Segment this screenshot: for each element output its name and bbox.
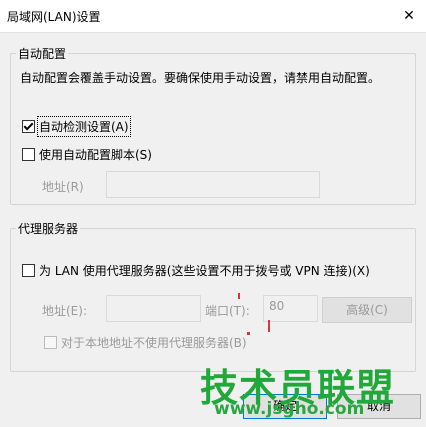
red-mark-bypass	[247, 332, 250, 335]
checkbox-unchecked-icon[interactable]	[22, 264, 35, 277]
use-script-label: 使用自动配置脚本(S)	[39, 148, 152, 162]
use-script-checkbox[interactable]: 使用自动配置脚本(S)	[22, 146, 152, 163]
proxy-address-input[interactable]	[106, 295, 201, 322]
script-address-input[interactable]	[106, 171, 320, 198]
checkbox-unchecked-icon[interactable]	[22, 148, 35, 161]
port-label: 端口(T):	[205, 304, 250, 318]
bypass-local-label: 对于本地地址不使用代理服务器(B)	[61, 336, 247, 350]
title-bar: 局域网(LAN)设置 ✕	[0, 0, 426, 33]
script-address-label: 地址(R)	[42, 180, 84, 194]
bypass-local-checkbox[interactable]: 对于本地地址不使用代理服务器(B)	[44, 334, 247, 351]
close-icon[interactable]: ✕	[392, 0, 426, 32]
auto-detect-label: 自动检测设置(A)	[37, 116, 131, 137]
red-mark-port-right	[268, 320, 270, 332]
auto-config-description: 自动配置会覆盖手动设置。要确保使用手动设置，请禁用自动配置。	[20, 71, 381, 85]
watermark-url: www.jsgho.com	[214, 399, 365, 419]
checkbox-disabled-icon[interactable]	[44, 336, 57, 349]
use-proxy-label: 为 LAN 使用代理服务器(这些设置不用于拨号或 VPN 连接)(X)	[39, 264, 370, 278]
proxy-address-label: 地址(E):	[42, 304, 87, 318]
auto-detect-checkbox[interactable]: 自动检测设置(A)	[22, 116, 131, 137]
port-input[interactable]: 80	[263, 295, 318, 322]
proxy-group-label: 代理服务器	[16, 220, 81, 237]
window-title: 局域网(LAN)设置	[7, 10, 101, 24]
advanced-button[interactable]: 高级(C)	[322, 297, 412, 323]
red-mark-port	[238, 293, 240, 299]
checkbox-checked-icon[interactable]	[22, 120, 35, 133]
use-proxy-checkbox[interactable]: 为 LAN 使用代理服务器(这些设置不用于拨号或 VPN 连接)(X)	[22, 262, 370, 279]
auto-config-group-label: 自动配置	[16, 45, 69, 62]
